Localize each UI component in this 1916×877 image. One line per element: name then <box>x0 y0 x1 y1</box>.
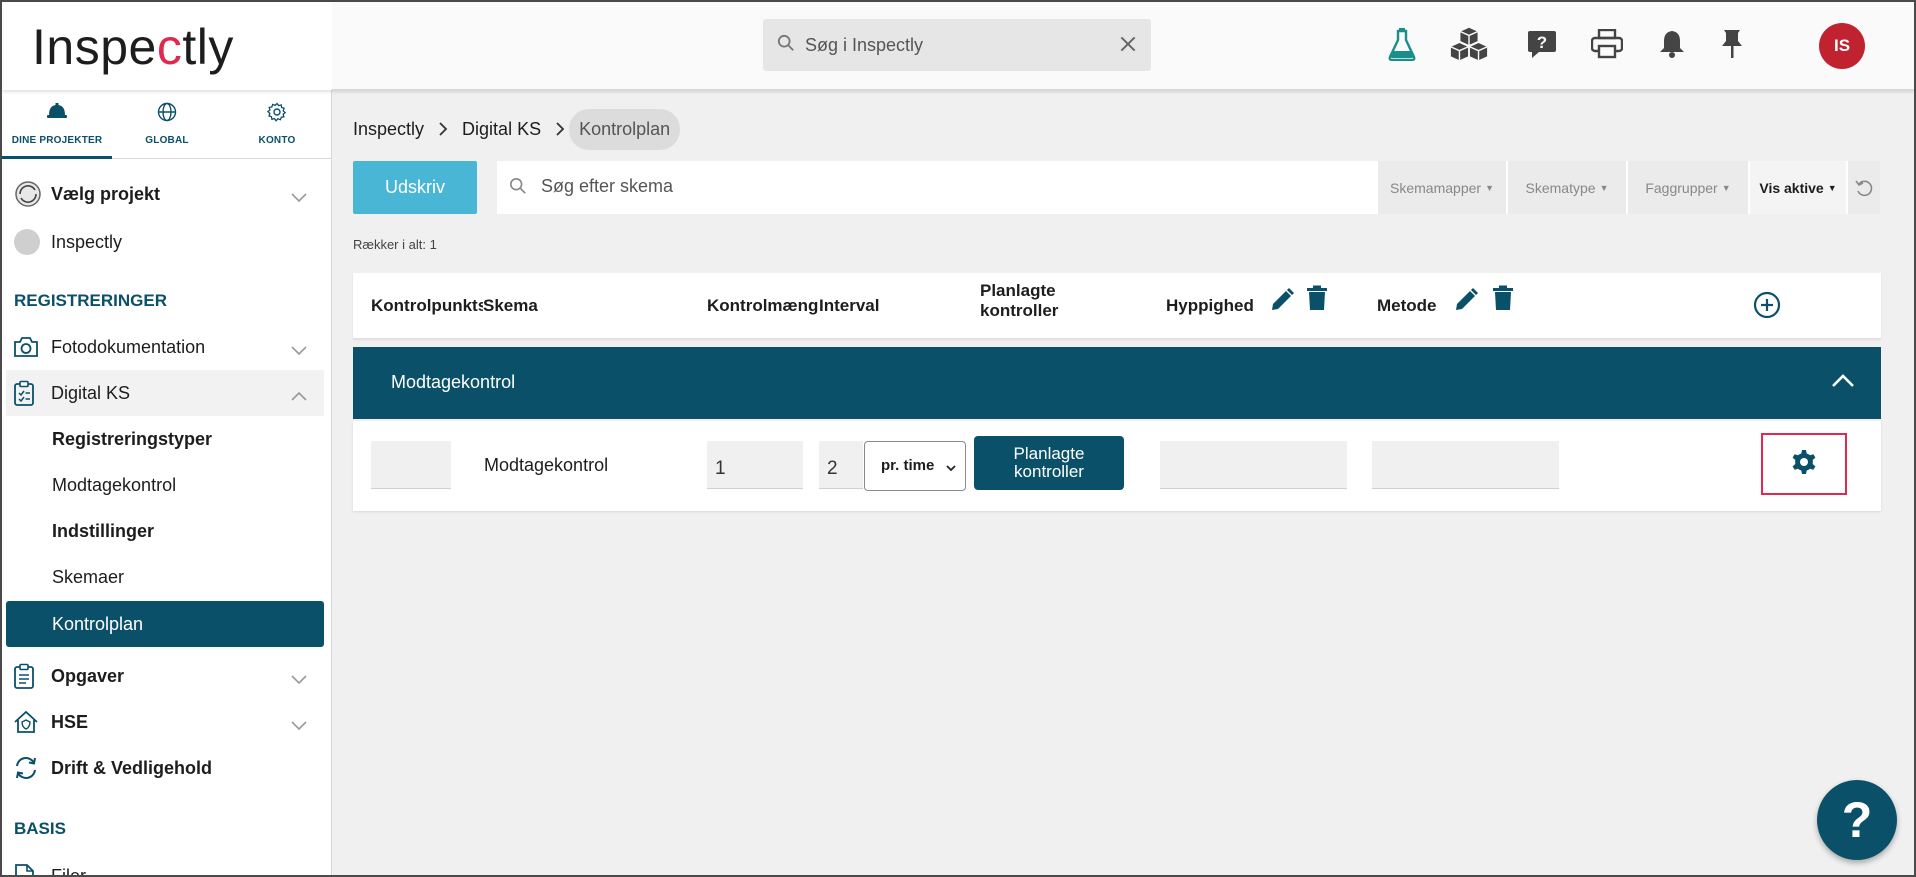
filter-skematype[interactable]: Skematype ▼ <box>1508 161 1626 214</box>
cubes-icon[interactable] <box>1449 24 1489 64</box>
help-button[interactable]: ? <box>1817 780 1897 860</box>
tasks-icon <box>13 663 45 689</box>
filter-vis-aktive[interactable]: Vis aktive ▼ <box>1750 161 1846 214</box>
table-header: Kontrolpunktsnr. Skema Kontrolmængde Int… <box>353 273 1881 339</box>
clipboard-icon <box>13 380 45 406</box>
svg-text:?: ? <box>1537 33 1547 52</box>
project-avatar-icon <box>13 228 45 256</box>
col-planlagte-kontroller[interactable]: Planlagte kontroller <box>980 281 1058 321</box>
chevron-down-icon <box>290 715 308 736</box>
chevron-up-icon[interactable] <box>1831 372 1855 395</box>
camera-icon <box>13 336 45 358</box>
sidebar-item-filer[interactable]: Filer <box>6 853 324 875</box>
project-select[interactable]: Vælg projekt <box>6 171 324 217</box>
section-registreringer: REGISTRERINGER <box>14 291 168 310</box>
pencil-icon[interactable] <box>1269 287 1295 318</box>
sidebar-item-hse[interactable]: HSE <box>6 699 324 745</box>
caret-down-icon: ▼ <box>1827 182 1837 193</box>
breadcrumb-item-kontrolplan: Kontrolplan <box>569 108 681 150</box>
row-settings-button[interactable] <box>1761 433 1847 495</box>
table-row: Modtagekontrol 1 2 pr. time Planlagte kon… <box>353 421 1881 511</box>
chevron-down-icon <box>290 340 308 361</box>
add-circle-icon[interactable] <box>1753 291 1781 324</box>
section-basis: BASIS <box>14 819 66 838</box>
app-window: Inspectly Søg i Inspectly ? IS DINE PROJ… <box>0 0 1916 877</box>
group-header[interactable]: Modtagekontrol <box>353 347 1881 419</box>
chevron-right-icon <box>438 121 448 137</box>
sidebar-item-modtagekontrol[interactable]: Modtagekontrol <box>6 462 324 508</box>
chevron-down-icon <box>945 460 957 477</box>
row-skema-name: Modtagekontrol <box>484 455 609 475</box>
sidebar-item-digital-ks[interactable]: Digital KS <box>6 370 324 416</box>
col-interval[interactable]: Interval <box>819 296 880 316</box>
chevron-up-icon <box>290 386 308 407</box>
reset-filters-icon[interactable] <box>1848 161 1880 214</box>
rows-count: Rækker i alt: 1 <box>353 237 437 252</box>
helmet-icon <box>2 102 112 120</box>
print-button[interactable]: Udskriv <box>353 161 477 214</box>
caret-down-icon: ▼ <box>1485 182 1494 193</box>
chevron-down-icon <box>290 187 308 208</box>
globe-icon <box>112 102 222 122</box>
col-hyppighed[interactable]: Hyppighed <box>1166 296 1254 316</box>
sidebar-item-fotodokumentation[interactable]: Fotodokumentation <box>6 324 324 370</box>
global-search-input[interactable]: Søg i Inspectly <box>763 19 1151 71</box>
logo-area: Inspectly <box>2 2 332 90</box>
project-sync-icon <box>13 179 45 209</box>
clear-search-icon[interactable] <box>1117 33 1139 60</box>
house-shield-icon <box>13 710 45 734</box>
trash-icon[interactable] <box>1306 285 1328 316</box>
sidebar-item-skemaer[interactable]: Skemaer <box>6 554 324 600</box>
tab-konto[interactable]: KONTO <box>222 90 331 159</box>
caret-down-icon: ▼ <box>1599 182 1609 193</box>
kontrolmaengde-input[interactable]: 1 <box>707 441 803 489</box>
project-current[interactable]: Inspectly <box>6 219 324 265</box>
search-icon <box>509 177 527 200</box>
bell-icon[interactable] <box>1652 24 1692 64</box>
top-bar: Inspectly Søg i Inspectly ? IS <box>2 2 1914 90</box>
chevron-down-icon <box>290 669 308 690</box>
sidebar-item-indstillinger[interactable]: Indstillinger <box>6 508 324 554</box>
interval-unit-select[interactable]: pr. time <box>864 441 966 491</box>
planlagte-kontroller-button[interactable]: Planlagte kontroller <box>974 436 1124 490</box>
help-chat-icon[interactable]: ? <box>1522 24 1562 64</box>
col-skema[interactable]: Skema <box>483 296 538 316</box>
filter-faggrupper[interactable]: Faggrupper ▼ <box>1628 161 1748 214</box>
skema-search-placeholder: Søg efter skema <box>541 176 674 196</box>
hyppighed-input[interactable] <box>1160 441 1347 489</box>
gear-icon <box>222 102 331 122</box>
sidebar: DINE PROJEKTER GLOBAL KONTO Vælg projekt <box>2 90 332 875</box>
kontrolpunktsnr-input[interactable] <box>371 441 451 489</box>
search-icon <box>777 34 795 57</box>
sidebar-item-kontrolplan[interactable]: Kontrolplan <box>6 601 324 647</box>
filter-skemamapper[interactable]: Skemamapper ▼ <box>1378 161 1506 214</box>
caret-down-icon: ▼ <box>1721 182 1731 193</box>
print-icon[interactable] <box>1587 24 1627 64</box>
avatar[interactable]: IS <box>1819 23 1865 69</box>
sidebar-item-drift[interactable]: Drift & Vedligehold <box>6 745 324 791</box>
main-content: Inspectly Digital KS Kontrolplan Udskriv… <box>332 90 1914 875</box>
metode-input[interactable] <box>1372 441 1559 489</box>
group-name: Modtagekontrol <box>391 372 516 392</box>
chevron-right-icon <box>555 121 565 137</box>
trash-icon[interactable] <box>1492 285 1514 316</box>
app-logo[interactable]: Inspectly <box>32 18 234 76</box>
search-placeholder: Søg i Inspectly <box>805 35 924 55</box>
col-metode[interactable]: Metode <box>1377 296 1437 316</box>
breadcrumb-item-inspectly[interactable]: Inspectly <box>353 119 424 140</box>
breadcrumb-item-digital-ks[interactable]: Digital KS <box>462 119 541 140</box>
breadcrumb: Inspectly Digital KS Kontrolplan <box>353 108 681 150</box>
interval-input[interactable]: 2 <box>819 441 863 489</box>
tab-dine-projekter[interactable]: DINE PROJEKTER <box>2 90 112 159</box>
pencil-icon[interactable] <box>1453 287 1479 318</box>
pin-icon[interactable] <box>1712 24 1752 64</box>
tab-global[interactable]: GLOBAL <box>112 90 222 159</box>
sidebar-item-opgaver[interactable]: Opgaver <box>6 653 324 699</box>
flask-icon[interactable] <box>1382 24 1422 64</box>
sidebar-nav-tabs: DINE PROJEKTER GLOBAL KONTO <box>2 90 331 159</box>
file-icon <box>13 863 45 875</box>
gear-icon <box>1790 448 1818 481</box>
refresh-icon <box>13 755 45 781</box>
sidebar-item-registreringstyper[interactable]: Registreringstyper <box>6 416 324 462</box>
